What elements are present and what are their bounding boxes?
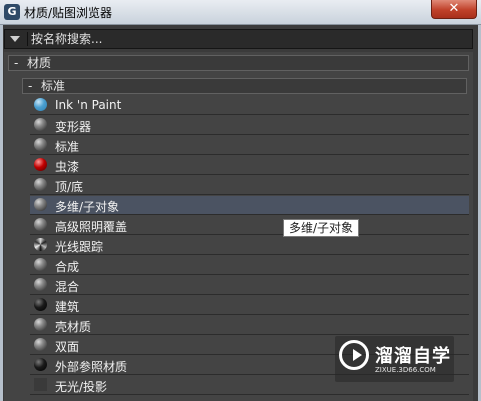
material-item[interactable]: Ink 'n Paint bbox=[30, 96, 469, 115]
gray-sphere-icon bbox=[34, 198, 47, 211]
group-label: 标准 bbox=[41, 79, 66, 93]
material-item[interactable]: 合成 bbox=[30, 256, 469, 275]
material-item-label: 外部参照材质 bbox=[55, 360, 128, 374]
options-dropdown-icon[interactable] bbox=[10, 36, 20, 42]
material-item-label: Ink 'n Paint bbox=[55, 98, 122, 112]
material-item[interactable]: 光线跟踪 bbox=[30, 236, 469, 255]
material-item-label: 变形器 bbox=[55, 120, 92, 134]
gray-sphere-icon bbox=[34, 258, 47, 271]
close-button[interactable]: ✕ bbox=[431, 0, 477, 19]
material-item[interactable]: 混合 bbox=[30, 276, 469, 295]
blank-swatch-icon bbox=[34, 378, 47, 391]
material-item[interactable]: 高级照明覆盖 bbox=[30, 216, 469, 235]
material-item-label: 合成 bbox=[55, 260, 80, 274]
play-icon bbox=[353, 349, 362, 361]
material-item[interactable]: 虫漆 bbox=[30, 156, 469, 175]
material-item-label: 建筑 bbox=[55, 300, 80, 314]
material-item-label: 高级照明覆盖 bbox=[55, 220, 128, 234]
material-item[interactable]: 标准 bbox=[30, 136, 469, 155]
material-item-label: 光线跟踪 bbox=[55, 240, 104, 254]
gray-sphere-icon bbox=[34, 138, 47, 151]
material-item[interactable]: 建筑 bbox=[30, 296, 469, 315]
group-standard[interactable]: - 标准 bbox=[22, 78, 467, 94]
app-logo-icon: G bbox=[4, 4, 20, 20]
title-bar: G 材质/贴图浏览器 ✕ bbox=[0, 0, 481, 25]
divider bbox=[27, 32, 28, 46]
window-title: 材质/贴图浏览器 bbox=[24, 6, 113, 20]
material-item[interactable]: 顶/底 bbox=[30, 176, 469, 195]
material-item-label: 顶/底 bbox=[55, 180, 84, 194]
material-item-label: 无光/投影 bbox=[55, 380, 108, 394]
material-item[interactable]: 变形器 bbox=[30, 116, 469, 135]
collapse-icon[interactable]: - bbox=[28, 79, 32, 93]
play-logo-icon bbox=[339, 340, 369, 370]
material-item[interactable]: 壳材质 bbox=[30, 316, 469, 335]
gray-sphere-icon bbox=[34, 218, 47, 231]
material-item-label: 标准 bbox=[55, 140, 80, 154]
group-label: 材质 bbox=[27, 56, 52, 70]
swirl-sphere-icon bbox=[34, 238, 47, 251]
material-item-label: 双面 bbox=[55, 340, 80, 354]
collapse-icon[interactable]: - bbox=[14, 56, 18, 70]
dark-sphere-icon bbox=[34, 358, 47, 371]
gray-sphere-icon bbox=[34, 178, 47, 191]
material-item-label: 混合 bbox=[55, 280, 80, 294]
tooltip: 多维/子对象 bbox=[283, 219, 359, 237]
watermark: 溜溜自学 ZIXUE.3D66.COM bbox=[335, 336, 454, 382]
blue-sphere-icon bbox=[34, 98, 47, 111]
red-sphere-icon bbox=[34, 158, 47, 171]
search-input[interactable] bbox=[31, 31, 469, 47]
dark-sphere-icon bbox=[34, 298, 47, 311]
gray-sphere-icon bbox=[34, 338, 47, 351]
gray-sphere-icon bbox=[34, 278, 47, 291]
material-item-label: 虫漆 bbox=[55, 160, 80, 174]
watermark-url: ZIXUE.3D66.COM bbox=[375, 366, 436, 374]
gray-sphere-icon bbox=[34, 318, 47, 331]
material-item-label: 壳材质 bbox=[55, 320, 92, 334]
material-item[interactable]: 多维/子对象 bbox=[30, 196, 469, 215]
material-item-label: 多维/子对象 bbox=[55, 200, 120, 214]
group-material[interactable]: - 材质 bbox=[8, 55, 469, 71]
search-bar bbox=[4, 29, 473, 49]
watermark-title: 溜溜自学 bbox=[375, 346, 451, 367]
gray-sphere-icon bbox=[34, 118, 47, 131]
